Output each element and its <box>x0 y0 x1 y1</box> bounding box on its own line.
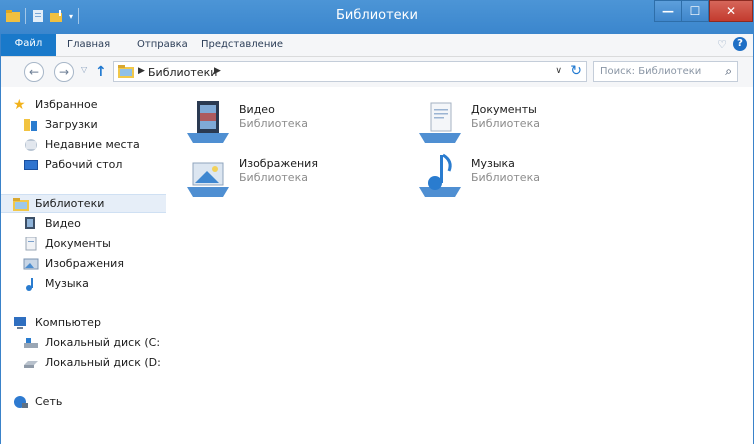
nav-library-video[interactable]: Видео <box>1 214 188 233</box>
library-item-pictures[interactable]: Изображения Библиотека <box>187 153 407 199</box>
arrow-right-icon: → <box>58 65 70 79</box>
refresh-icon[interactable]: ↻ <box>570 63 582 79</box>
recent-locations-chevron-icon[interactable]: ▽ <box>81 65 87 74</box>
back-button[interactable]: ← <box>24 62 44 82</box>
nav-label: Локальный диск (D: <box>45 356 161 369</box>
search-input[interactable]: Поиск: Библиотеки <box>600 66 701 77</box>
nav-label: Изображения <box>45 257 124 270</box>
file-list: Видео Библиотека Документы Библиотека Из… <box>167 87 753 444</box>
drive-c-icon <box>24 337 38 348</box>
library-type: Библиотека <box>239 171 308 184</box>
arrow-left-icon: ← <box>28 65 40 79</box>
address-bar[interactable]: ▶ Библиотеки ▶ ∨ ↻ <box>113 61 587 82</box>
pictures-library-icon <box>187 162 229 197</box>
nav-library-music[interactable]: Музыка <box>1 274 188 293</box>
star-icon: ★ <box>13 96 26 113</box>
maximize-button[interactable]: ☐ <box>682 0 709 22</box>
video-icon <box>25 216 35 229</box>
maximize-icon: ☐ <box>689 4 701 18</box>
nav-computer[interactable]: Компьютер <box>1 313 178 332</box>
documents-library-icon <box>419 102 461 143</box>
nav-network[interactable]: Сеть <box>1 392 178 411</box>
search-icon[interactable]: ⌕ <box>725 64 732 79</box>
drive-d-icon <box>24 360 38 368</box>
navigation-bar: ← → ▽ ↑ ▶ Библиотеки ▶ ∨ ↻ Поиск: Библио… <box>1 57 753 87</box>
address-history-chevron-icon[interactable]: ∨ <box>555 66 562 76</box>
library-name: Изображения <box>239 157 318 170</box>
music-library-icon <box>419 153 461 197</box>
library-item-documents[interactable]: Документы Библиотека <box>419 99 639 145</box>
window-title: Библиотеки <box>336 8 418 23</box>
desktop-icon <box>24 159 38 170</box>
library-type: Библиотека <box>239 117 308 130</box>
tab-share[interactable]: Отправка <box>137 39 188 50</box>
close-icon: ✕ <box>725 4 737 18</box>
recent-places-icon <box>25 138 37 151</box>
nav-label: Документы <box>45 237 111 250</box>
nav-label: Видео <box>45 217 81 230</box>
nav-libraries[interactable]: Библиотеки <box>1 194 166 213</box>
up-button[interactable]: ↑ <box>95 64 107 80</box>
nav-label: Компьютер <box>35 316 101 329</box>
nav-label: Библиотеки <box>35 197 105 210</box>
library-name: Музыка <box>471 157 515 170</box>
navigation-pane: ★ Избранное Загрузки Недавние места Рабо… <box>1 87 166 444</box>
music-icon <box>26 277 33 291</box>
ribbon-tabs: Файл Главная Отправка Представление ♡ ? <box>1 34 753 57</box>
tab-view[interactable]: Представление <box>201 39 283 50</box>
library-type: Библиотека <box>471 171 540 184</box>
breadcrumb[interactable]: Библиотеки <box>148 66 217 79</box>
expand-ribbon-icon[interactable]: ♡ <box>717 38 727 51</box>
minimize-button[interactable]: — <box>654 0 682 22</box>
nav-favorites[interactable]: ★ Избранное <box>1 95 178 114</box>
library-item-music[interactable]: Музыка Библиотека <box>419 153 639 199</box>
documents-icon <box>25 236 37 250</box>
nav-desktop[interactable]: Рабочий стол <box>1 155 188 174</box>
title-bar: ▾ Библиотеки — ☐ ✕ <box>0 0 754 34</box>
tab-home[interactable]: Главная <box>67 39 110 50</box>
nav-label: Локальный диск (C: <box>45 336 161 349</box>
nav-label: Избранное <box>35 98 98 111</box>
nav-drive-d[interactable]: Локальный диск (D: <box>1 353 188 372</box>
nav-library-pictures[interactable]: Изображения <box>1 254 188 273</box>
nav-label: Музыка <box>45 277 89 290</box>
nav-recent-places[interactable]: Недавние места <box>1 135 188 154</box>
search-box[interactable]: Поиск: Библиотеки ⌕ <box>593 61 738 82</box>
libraries-folder-icon <box>118 65 134 78</box>
nav-library-documents[interactable]: Документы <box>1 234 188 253</box>
forward-button[interactable]: → <box>54 62 74 82</box>
content-area: ★ Избранное Загрузки Недавние места Рабо… <box>1 87 753 444</box>
help-icon[interactable]: ? <box>733 37 747 51</box>
breadcrumb-separator-icon[interactable]: ▶ <box>138 66 145 76</box>
breadcrumb-separator-icon[interactable]: ▶ <box>214 66 221 76</box>
downloads-icon <box>24 118 37 131</box>
libraries-folder-icon <box>13 197 29 211</box>
nav-label: Сеть <box>35 395 63 408</box>
network-icon <box>14 395 28 408</box>
library-item-video[interactable]: Видео Библиотека <box>187 99 407 145</box>
close-button[interactable]: ✕ <box>709 0 753 22</box>
video-library-icon <box>187 101 229 143</box>
nav-drive-c[interactable]: Локальный диск (C: <box>1 333 188 352</box>
nav-label: Рабочий стол <box>45 158 123 171</box>
library-type: Библиотека <box>471 117 540 130</box>
nav-downloads[interactable]: Загрузки <box>1 115 188 134</box>
computer-icon <box>14 316 26 329</box>
nav-label: Недавние места <box>45 138 140 151</box>
tab-file[interactable]: Файл <box>1 34 56 56</box>
explorer-window: ▾ Библиотеки — ☐ ✕ Файл Главная Отправка… <box>0 0 754 444</box>
library-name: Видео <box>239 103 275 116</box>
library-name: Документы <box>471 103 537 116</box>
minimize-icon: — <box>662 4 674 18</box>
pictures-icon <box>23 258 39 269</box>
nav-label: Загрузки <box>45 118 98 131</box>
